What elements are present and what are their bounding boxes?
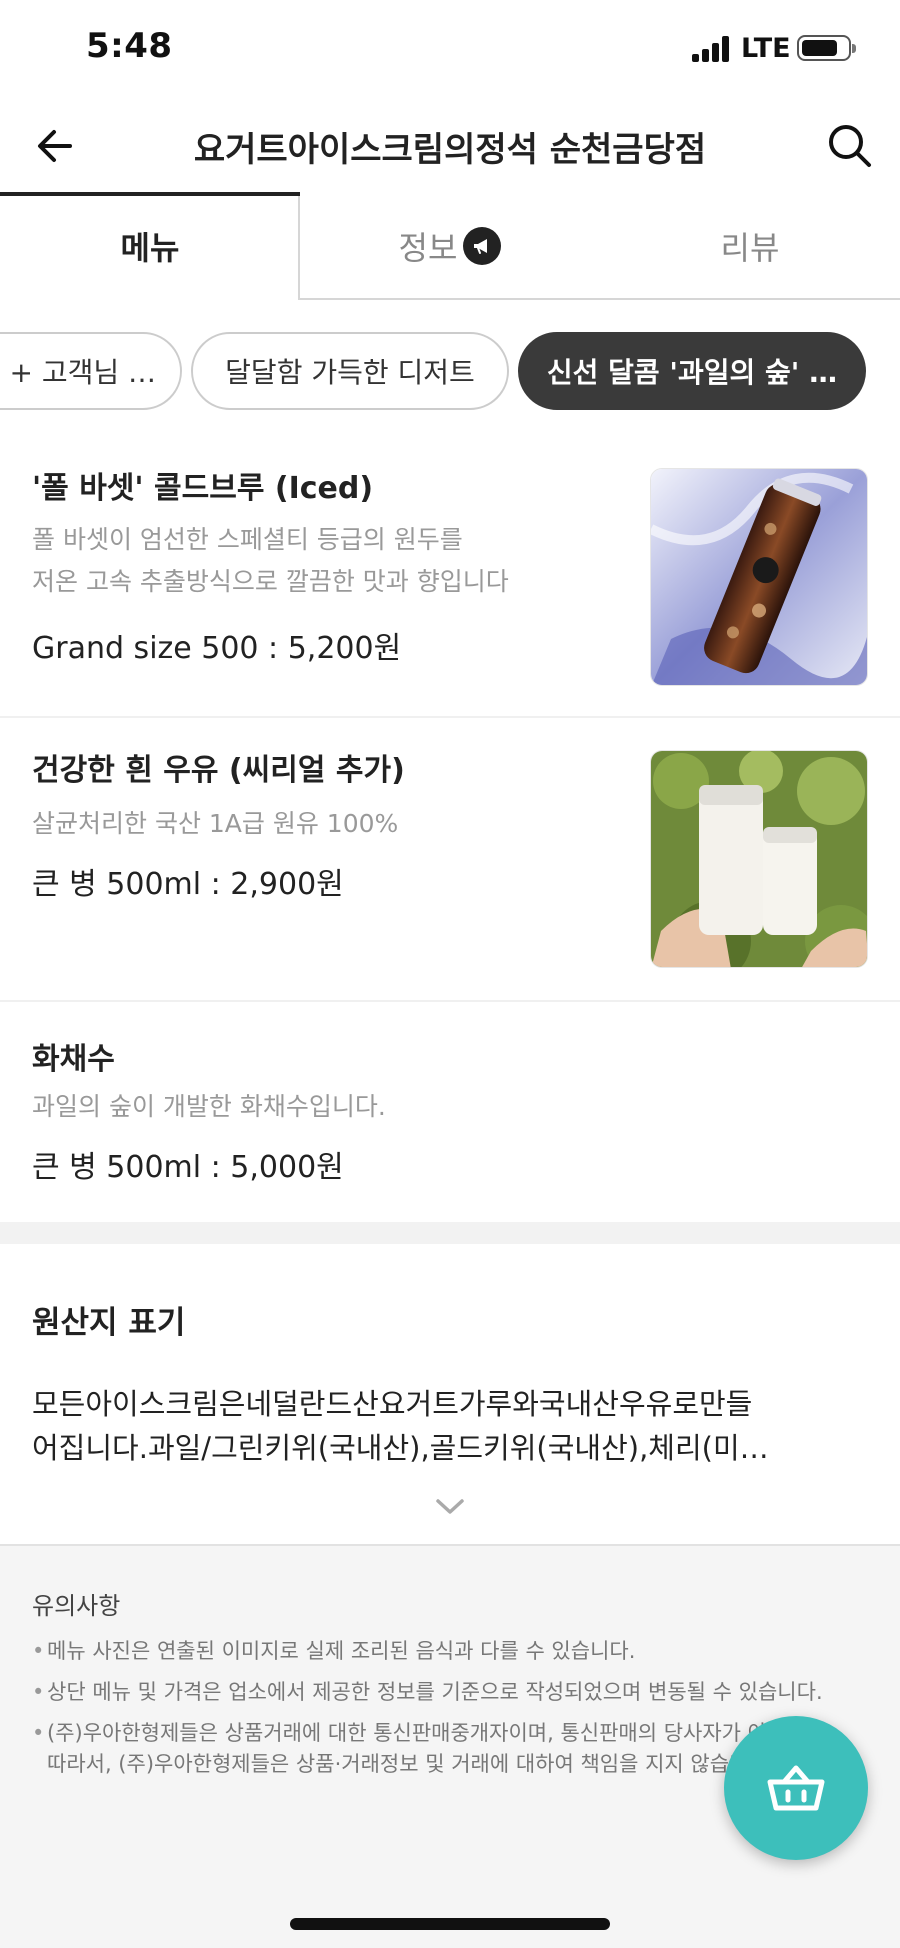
- menu-item[interactable]: '폴 바셋' 콜드브루 (Iced) 폴 바셋이 엄선한 스페셜티 등급의 원두…: [0, 440, 900, 718]
- store-tabs: 메뉴 정보 리뷰: [0, 192, 900, 300]
- tab-menu[interactable]: 메뉴: [0, 192, 300, 300]
- menu-description-line: 과일의 숲이 개발한 화채수입니다.: [32, 1092, 386, 1121]
- notice-title: 유의사항: [32, 1592, 121, 1620]
- category-chips: + 고객님 … 달달함 가득한 디저트 신선 달콤 '과일의 숲' …: [0, 332, 900, 410]
- menu-description-line: 살균처리한 국산 1A급 원유 100%: [32, 809, 399, 838]
- megaphone-icon: [463, 227, 502, 265]
- menu-name: '폴 바셋' 콜드브루 (Iced): [32, 471, 374, 506]
- tab-label: 리뷰: [720, 229, 780, 267]
- status-bar: 5:48 LTE: [0, 0, 900, 100]
- home-indicator: [290, 1918, 610, 1930]
- menu-description-line: 저온 고속 추출방식으로 깔끔한 맛과 향입니다: [32, 567, 509, 596]
- battery-icon: [797, 35, 856, 61]
- origin-section: 원산지 표기 모든아이스크림은네덜란드산요거트가루와국내산우유로만들 어집니다.…: [0, 1244, 900, 1544]
- menu-description-line: 폴 바셋이 엄선한 스페셜티 등급의 원두를: [32, 525, 463, 554]
- notice-item: 상단 메뉴 및 가격은 업소에서 제공한 정보를 기준으로 작성되었으며 변동될…: [32, 1677, 872, 1708]
- status-time: 5:48: [86, 26, 173, 66]
- tab-label: 메뉴: [120, 229, 180, 267]
- menu-image-milk[interactable]: [650, 750, 868, 968]
- chevron-down-icon: [436, 1499, 464, 1514]
- origin-text-line: 어집니다.과일/그린키위(국내산),골드키위(국내산),체리(미…: [32, 1431, 769, 1465]
- notice-item-text: 메뉴 사진은 연출된 이미지로 실제 조리된 음식과 다를 수 있습니다.: [47, 1639, 636, 1663]
- basket-icon: [767, 1765, 825, 1811]
- origin-text: 모든아이스크림은네덜란드산요거트가루와국내산우유로만들 어집니다.과일/그린키위…: [32, 1382, 852, 1470]
- chip-label: 달달함 가득한 디저트: [225, 356, 475, 389]
- search-icon: [829, 125, 871, 167]
- section-divider: [0, 1222, 900, 1244]
- menu-description: 과일의 숲이 개발한 화채수입니다.: [32, 1086, 386, 1128]
- expand-button[interactable]: [430, 1494, 470, 1518]
- menu-item[interactable]: 건강한 흰 우유 (씨리얼 추가) 살균처리한 국산 1A급 원유 100% 큰…: [0, 718, 900, 1002]
- menu-image-coldbrew[interactable]: [650, 468, 868, 686]
- menu-price: 큰 병 500ml : 2,900원: [32, 867, 344, 902]
- search-button[interactable]: [822, 118, 878, 174]
- notice-item-text: 상단 메뉴 및 가격은 업소에서 제공한 정보를 기준으로 작성되었으며 변동될…: [47, 1680, 823, 1704]
- notice-item: 메뉴 사진은 연출된 이미지로 실제 조리된 음식과 다를 수 있습니다.: [32, 1636, 872, 1667]
- menu-price: 큰 병 500ml : 5,000원: [32, 1150, 344, 1185]
- category-chip-active[interactable]: 신선 달콤 '과일의 숲' …: [518, 332, 866, 410]
- top-app-bar: 요거트아이스크림의정석 순천금당점: [0, 100, 900, 192]
- chip-label: + 고객님 …: [9, 356, 156, 389]
- menu-description: 폴 바셋이 엄선한 스페셜티 등급의 원두를 저온 고속 추출방식으로 깔끔한 …: [32, 519, 509, 603]
- back-button[interactable]: [30, 118, 86, 174]
- menu-item[interactable]: 화채수 과일의 숲이 개발한 화채수입니다. 큰 병 500ml : 5,000…: [0, 1002, 900, 1222]
- network-label: LTE: [741, 33, 791, 64]
- category-chip[interactable]: 달달함 가득한 디저트: [191, 332, 509, 410]
- store-title: 요거트아이스크림의정석 순천금당점: [193, 130, 707, 170]
- cart-button[interactable]: [724, 1716, 868, 1860]
- menu-price: Grand size 500 : 5,200원: [32, 631, 402, 666]
- category-chip[interactable]: + 고객님 …: [0, 332, 182, 410]
- origin-text-line: 모든아이스크림은네덜란드산요거트가루와국내산우유로만들: [32, 1387, 753, 1421]
- tab-reviews[interactable]: 리뷰: [600, 192, 900, 300]
- menu-description: 살균처리한 국산 1A급 원유 100%: [32, 803, 398, 845]
- arrow-left-icon: [38, 130, 72, 162]
- menu-name: 건강한 흰 우유 (씨리얼 추가): [32, 753, 405, 788]
- chip-label: 신선 달콤 '과일의 숲' …: [546, 356, 838, 389]
- menu-name: 화채수: [32, 1042, 115, 1077]
- origin-title: 원산지 표기: [32, 1305, 186, 1341]
- tab-label: 정보: [398, 229, 458, 267]
- signal-icon: [692, 36, 730, 62]
- tab-info[interactable]: 정보: [300, 192, 600, 300]
